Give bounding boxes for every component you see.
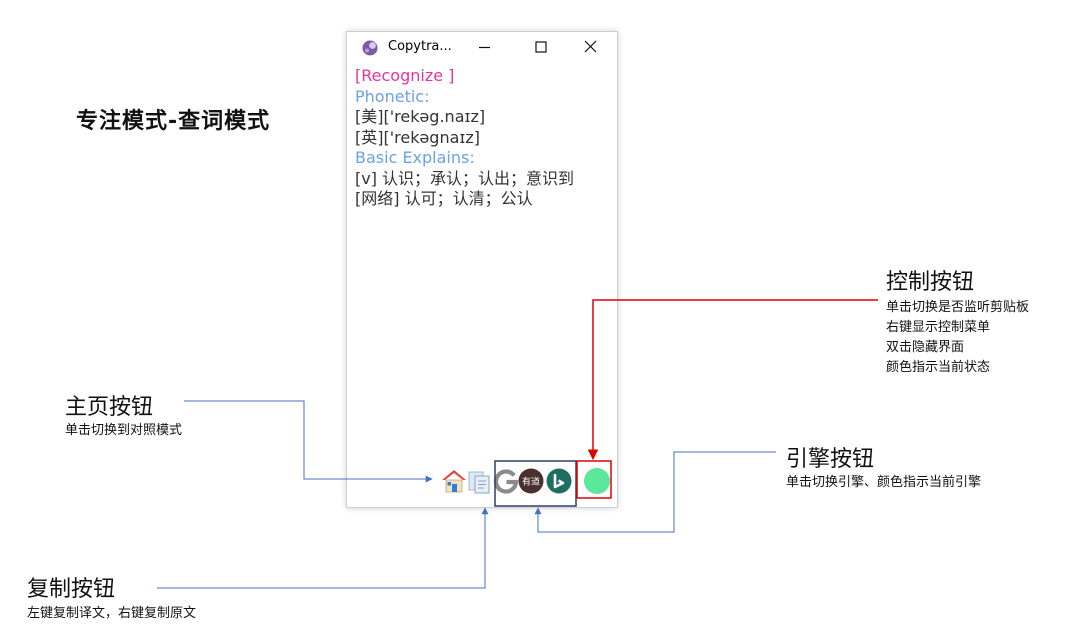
youdao-icon: 有道 xyxy=(518,468,544,494)
home-icon xyxy=(442,470,466,493)
copy-connector xyxy=(157,507,489,589)
explain-line: [网络] 认可；认清；公认 xyxy=(355,189,533,208)
control-button[interactable] xyxy=(583,467,611,495)
phonetic-us: [美]['rekəg.naɪz] xyxy=(355,107,486,126)
home-button[interactable] xyxy=(440,467,468,495)
translation-content: [Recognize ] Phonetic: [美]['rekəg.naɪz] … xyxy=(355,66,613,210)
close-button[interactable] xyxy=(577,35,605,59)
query-word: [Recognize ] xyxy=(355,66,455,85)
maximize-button[interactable] xyxy=(527,35,555,59)
engine-bing-button[interactable] xyxy=(545,467,573,495)
copy-icon xyxy=(468,471,490,494)
minimize-button[interactable] xyxy=(471,35,499,59)
bing-icon xyxy=(546,468,572,494)
window-title: Copytra... xyxy=(388,39,452,54)
app-logo-icon xyxy=(362,40,378,56)
google-icon xyxy=(493,469,519,494)
explains-heading: Basic Explains: xyxy=(355,148,475,167)
control-status-indicator xyxy=(584,468,610,494)
engine-annotation-desc: 单击切换引擎、颜色指示当前引擎 xyxy=(786,475,982,490)
control-annotation-title: 控制按钮 xyxy=(886,270,975,295)
engine-youdao-button[interactable]: 有道 xyxy=(517,467,545,495)
annotation-line: 颜色指示当前状态 xyxy=(886,360,991,375)
copy-annotation-desc: 左键复制译文，右键复制原文 xyxy=(27,606,197,621)
mode-title: 专注模式-查词模式 xyxy=(76,109,271,134)
title-bar[interactable]: Copytra... xyxy=(347,32,617,63)
explain-line: [v] 认识；承认；认出；意识到 xyxy=(355,168,575,188)
annotation-line: 右键显示控制菜单 xyxy=(886,320,991,335)
phonetic-heading: Phonetic: xyxy=(355,86,430,106)
engine-google-button[interactable] xyxy=(492,467,520,495)
bottom-toolbar: 有道 xyxy=(437,464,617,500)
control-connector xyxy=(587,299,878,461)
youdao-label: 有道 xyxy=(522,476,540,488)
annotation-line: 双击隐藏界面 xyxy=(886,340,965,355)
control-annotation-desc: 单击切换是否监听剪贴板 右键显示控制菜单 双击隐藏界面 颜色指示当前状态 xyxy=(886,298,1029,378)
copy-button[interactable] xyxy=(466,467,494,495)
copy-annotation-title: 复制按钮 xyxy=(27,577,116,602)
home-annotation-desc: 单击切换到对照模式 xyxy=(65,423,183,438)
app-window: Copytra... [Recognize ] Phonetic: [美]['r… xyxy=(346,31,618,508)
phonetic-uk: [英]['rekəgnaɪz] xyxy=(355,127,480,147)
annotation-line: 单击切换是否监听剪贴板 xyxy=(886,300,1030,315)
home-annotation-title: 主页按钮 xyxy=(65,395,154,420)
engine-annotation-title: 引擎按钮 xyxy=(786,447,875,472)
